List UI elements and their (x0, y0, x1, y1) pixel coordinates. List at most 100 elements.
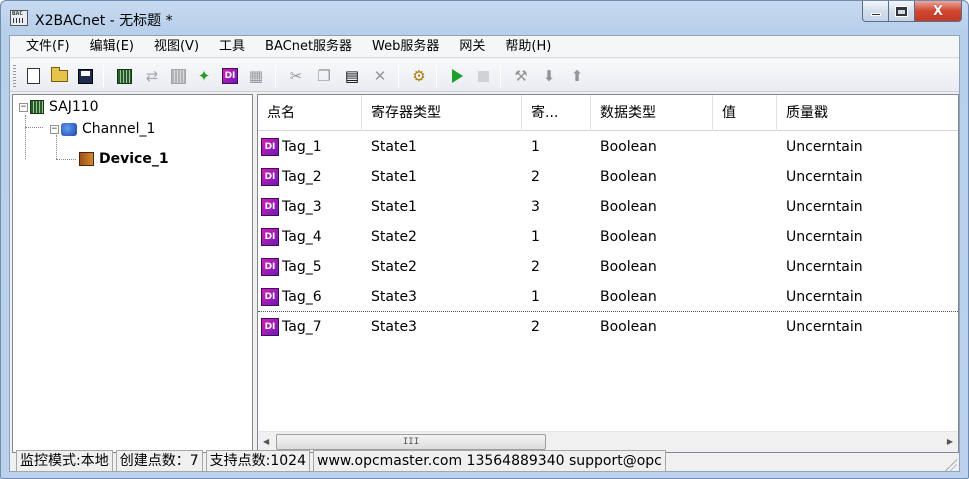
run-button[interactable] (446, 65, 468, 87)
tag-list[interactable]: 点名 寄存器类型 寄... 数据类型值质量戳 DI Tag_1 State1 1 Boolea… (257, 94, 959, 453)
cut-icon: ✂ (289, 66, 303, 85)
column-header[interactable]: 数据类型 (591, 95, 713, 131)
new-channel-button[interactable]: ⇄ (141, 65, 163, 87)
horizontal-scrollbar[interactable]: ◀ III ▶ (258, 431, 958, 452)
device-tree[interactable]: − SAJ110 − Channel_1 Device_1 (12, 94, 253, 453)
minimize-button[interactable] (862, 1, 889, 22)
table-row[interactable]: DI Tag_5 State2 2 Boolean Uncerntain (258, 252, 958, 282)
device-properties-button[interactable] (167, 65, 189, 87)
device-icon (79, 152, 94, 166)
table-cell-addr: 1 (531, 288, 540, 305)
table-cell-quality: Uncerntain (786, 169, 863, 185)
cut-button[interactable]: ✂ (285, 65, 307, 87)
tools-button[interactable]: ⚒ (510, 65, 532, 87)
delete-button[interactable]: ✕ (369, 65, 391, 87)
open-button[interactable] (48, 65, 70, 87)
open-folder-icon (50, 67, 68, 82)
paste-icon: ▤ (344, 66, 360, 85)
close-button[interactable]: X (915, 1, 962, 22)
resize-grip[interactable] (945, 459, 957, 471)
new-channel-icon: ⇄ (145, 66, 159, 85)
tree-node-root[interactable]: − SAJ110 (19, 97, 99, 117)
toolbar: ⇄ ✦ DI ▦ ✂ ❐ ▤ ✕ ⚙ ⚒ ⬇ ⬆ (10, 59, 959, 92)
menu-item[interactable]: 帮助(H) (495, 36, 561, 58)
menu-item[interactable]: 网关 (449, 36, 495, 58)
column-header[interactable]: 质量戳 (777, 95, 958, 131)
table-row[interactable]: DI Tag_6 State3 1 Boolean Uncerntain (258, 282, 958, 312)
menu-item[interactable]: 文件(F) (16, 36, 80, 58)
menu-item[interactable]: BACnet服务器 (255, 36, 362, 58)
new-device-button[interactable] (113, 65, 135, 87)
column-header[interactable]: 寄... (522, 95, 591, 131)
tree-node-channel[interactable]: − Channel_1 (50, 119, 155, 139)
maximize-button[interactable] (889, 1, 915, 22)
scroll-right-icon[interactable]: ▶ (947, 437, 953, 446)
monitor-button[interactable]: ⚙ (408, 65, 430, 87)
table-row[interactable]: DI Tag_3 State1 3 Boolean Uncerntain (258, 192, 958, 222)
table-cell-dtype: Boolean (600, 199, 657, 215)
app-icon[interactable]: BAC (10, 10, 28, 26)
copy-button[interactable]: ❐ (313, 65, 335, 87)
table-cell-dtype: Boolean (600, 169, 657, 185)
table-cell-name: DI Tag_7 (258, 318, 362, 336)
column-header[interactable]: 点名 (258, 95, 362, 131)
save-button[interactable] (74, 65, 96, 87)
import-icon: ✦ (197, 66, 211, 85)
save-icon (77, 68, 93, 84)
table-cell-register: State1 (371, 139, 417, 155)
load-button[interactable]: ⬇ (538, 65, 560, 87)
scroll-left-icon[interactable]: ◀ (263, 437, 269, 446)
list-body: DI Tag_1 State1 1 Boolean Uncerntain DI Tag_2 St… (258, 132, 958, 342)
tag-name: Tag_6 (282, 288, 322, 305)
menu-bar: 文件(F) 编辑(E) 视图(V) 工具 BACnet服务器 Web服务器 网关 帮助(H) (10, 36, 959, 58)
tree-expander[interactable]: − (19, 102, 28, 112)
tag-icon: DI (261, 228, 279, 246)
tag-icon: DI (261, 168, 279, 186)
title-bar[interactable]: BAC X2BACnet - 无标题 * X (1, 1, 968, 35)
minimize-icon (870, 12, 881, 16)
menu-item[interactable]: 视图(V) (144, 36, 209, 58)
tag-icon: DI (261, 287, 279, 306)
table-cell-register: State3 (371, 319, 417, 335)
tree-expander[interactable]: − (50, 124, 59, 134)
status-bar: 监控模式:本地 创建点数：7 支持点数:1024 www.opcmaster.com … (10, 450, 959, 472)
tag-properties-button[interactable]: ▦ (245, 65, 267, 87)
status-pane: 支持点数:1024 (205, 450, 310, 472)
monitor-icon: ⚙ (412, 66, 426, 85)
table-row[interactable]: DI Tag_7 State3 2 Boolean Uncerntain (258, 312, 958, 342)
tree-node-label: Channel_1 (82, 121, 156, 137)
table-cell-name: DI Tag_6 (258, 287, 362, 306)
stop-button[interactable] (472, 65, 494, 87)
table-row[interactable]: DI Tag_1 State1 1 Boolean Uncerntain (258, 132, 958, 162)
tag-properties-icon: ▦ (248, 66, 264, 85)
tools-icon: ⚒ (514, 66, 528, 85)
table-cell-dtype: Boolean (600, 319, 657, 335)
column-header[interactable]: 寄存器类型 (362, 95, 522, 131)
table-cell-register: State1 (371, 199, 417, 215)
paste-button[interactable]: ▤ (341, 65, 363, 87)
status-pane: www.opcmaster.com 13564889340 support@op… (313, 450, 666, 472)
table-row[interactable]: DI Tag_4 State2 1 Boolean Uncerntain (258, 222, 958, 252)
column-header[interactable]: 值 (713, 95, 777, 131)
upload-button[interactable]: ⬆ (566, 65, 588, 87)
menu-item[interactable]: 工具 (209, 36, 255, 58)
tag-icon: DI (261, 318, 279, 336)
list-header: 点名 寄存器类型 寄... 数据类型值质量戳 (258, 95, 958, 131)
status-pane: 监控模式:本地 (16, 450, 113, 472)
table-cell-dtype: Boolean (600, 139, 657, 155)
menu-item[interactable]: Web服务器 (362, 36, 449, 58)
table-cell-quality: Uncerntain (786, 199, 863, 215)
table-cell-quality: Uncerntain (786, 229, 863, 245)
table-row[interactable]: DI Tag_2 State1 2 Boolean Uncerntain (258, 162, 958, 192)
scroll-thumb[interactable]: III (276, 434, 546, 450)
close-icon: X (932, 3, 944, 19)
new-file-button[interactable] (22, 65, 44, 87)
table-cell-name: DI Tag_3 (258, 198, 362, 216)
toolbar-grip[interactable] (13, 65, 16, 87)
menu-item[interactable]: 编辑(E) (80, 36, 144, 58)
table-cell-dtype: Boolean (600, 229, 657, 245)
new-tag-button[interactable]: DI (219, 65, 241, 87)
import-button[interactable]: ✦ (193, 65, 215, 87)
tag-name: Tag_3 (282, 199, 322, 215)
tree-node-device[interactable]: Device_1 (79, 149, 169, 169)
